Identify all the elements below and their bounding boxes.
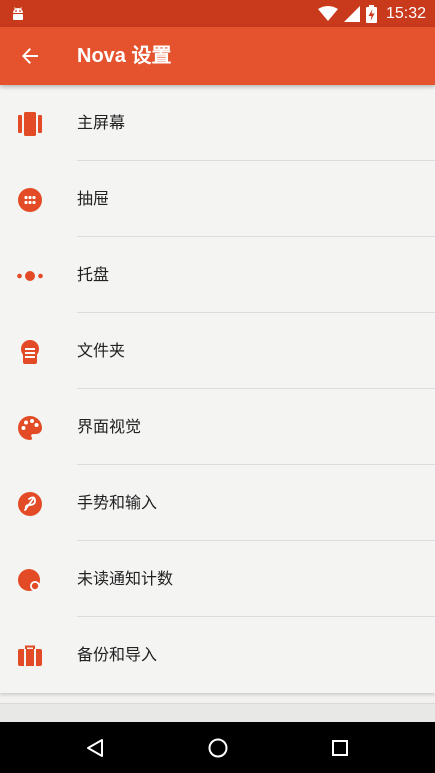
wifi-icon <box>317 5 338 21</box>
settings-item-label: 界面视觉 <box>77 417 142 436</box>
settings-item-gestures[interactable]: 手势和输入 <box>0 465 435 541</box>
status-icons: 15:32 <box>317 0 426 27</box>
back-triangle-icon <box>87 739 103 757</box>
android-icon <box>13 7 23 20</box>
settings-item-label: 备份和导入 <box>77 645 158 664</box>
settings-item-backup-import[interactable]: 备份和导入 <box>0 617 435 693</box>
settings-item-label: 未读通知计数 <box>77 569 174 588</box>
list-bottom-area <box>0 703 435 722</box>
app-drawer-icon <box>18 188 42 212</box>
settings-item-drawer[interactable]: 抽屉 <box>0 161 435 237</box>
nav-back-button[interactable] <box>82 735 108 761</box>
signal-icon <box>343 5 360 22</box>
settings-item-dock[interactable]: 托盘 <box>0 237 435 313</box>
folder-icon <box>21 340 39 364</box>
settings-list: 主屏幕 抽屉 托盘 文件夹 界面视觉 手势和输入 未读通知计数 备份和导入 <box>0 85 435 693</box>
status-time: 15:32 <box>385 4 426 22</box>
nav-home-button[interactable] <box>205 735 231 761</box>
settings-item-label: 手势和输入 <box>77 493 158 512</box>
navigation-bar <box>0 722 435 773</box>
arrow-back-icon <box>22 48 38 64</box>
settings-item-label: 托盘 <box>77 265 110 284</box>
page-title: Nova 设置 <box>77 45 172 67</box>
settings-item-home-screen[interactable]: 主屏幕 <box>0 85 435 161</box>
nav-recents-button[interactable] <box>327 735 353 761</box>
dock-icon <box>17 271 43 281</box>
back-button[interactable] <box>14 40 46 72</box>
unread-badge-icon <box>18 569 40 591</box>
settings-item-label: 文件夹 <box>77 341 126 360</box>
settings-item-unread-counts[interactable]: 未读通知计数 <box>0 541 435 617</box>
palette-icon <box>18 416 42 440</box>
settings-item-label: 主屏幕 <box>77 113 126 132</box>
backup-icon <box>18 645 42 666</box>
settings-item-folder[interactable]: 文件夹 <box>0 313 435 389</box>
app-bar: Nova 设置 <box>0 27 435 85</box>
recents-square-icon <box>332 740 348 756</box>
gesture-icon <box>18 492 42 516</box>
home-circle-icon <box>208 738 228 758</box>
home-screen-icon <box>18 112 42 136</box>
battery-charging-icon <box>365 4 377 23</box>
settings-item-label: 抽屉 <box>77 189 110 208</box>
status-bar: 15:32 <box>0 0 435 27</box>
settings-item-look-and-feel[interactable]: 界面视觉 <box>0 389 435 465</box>
